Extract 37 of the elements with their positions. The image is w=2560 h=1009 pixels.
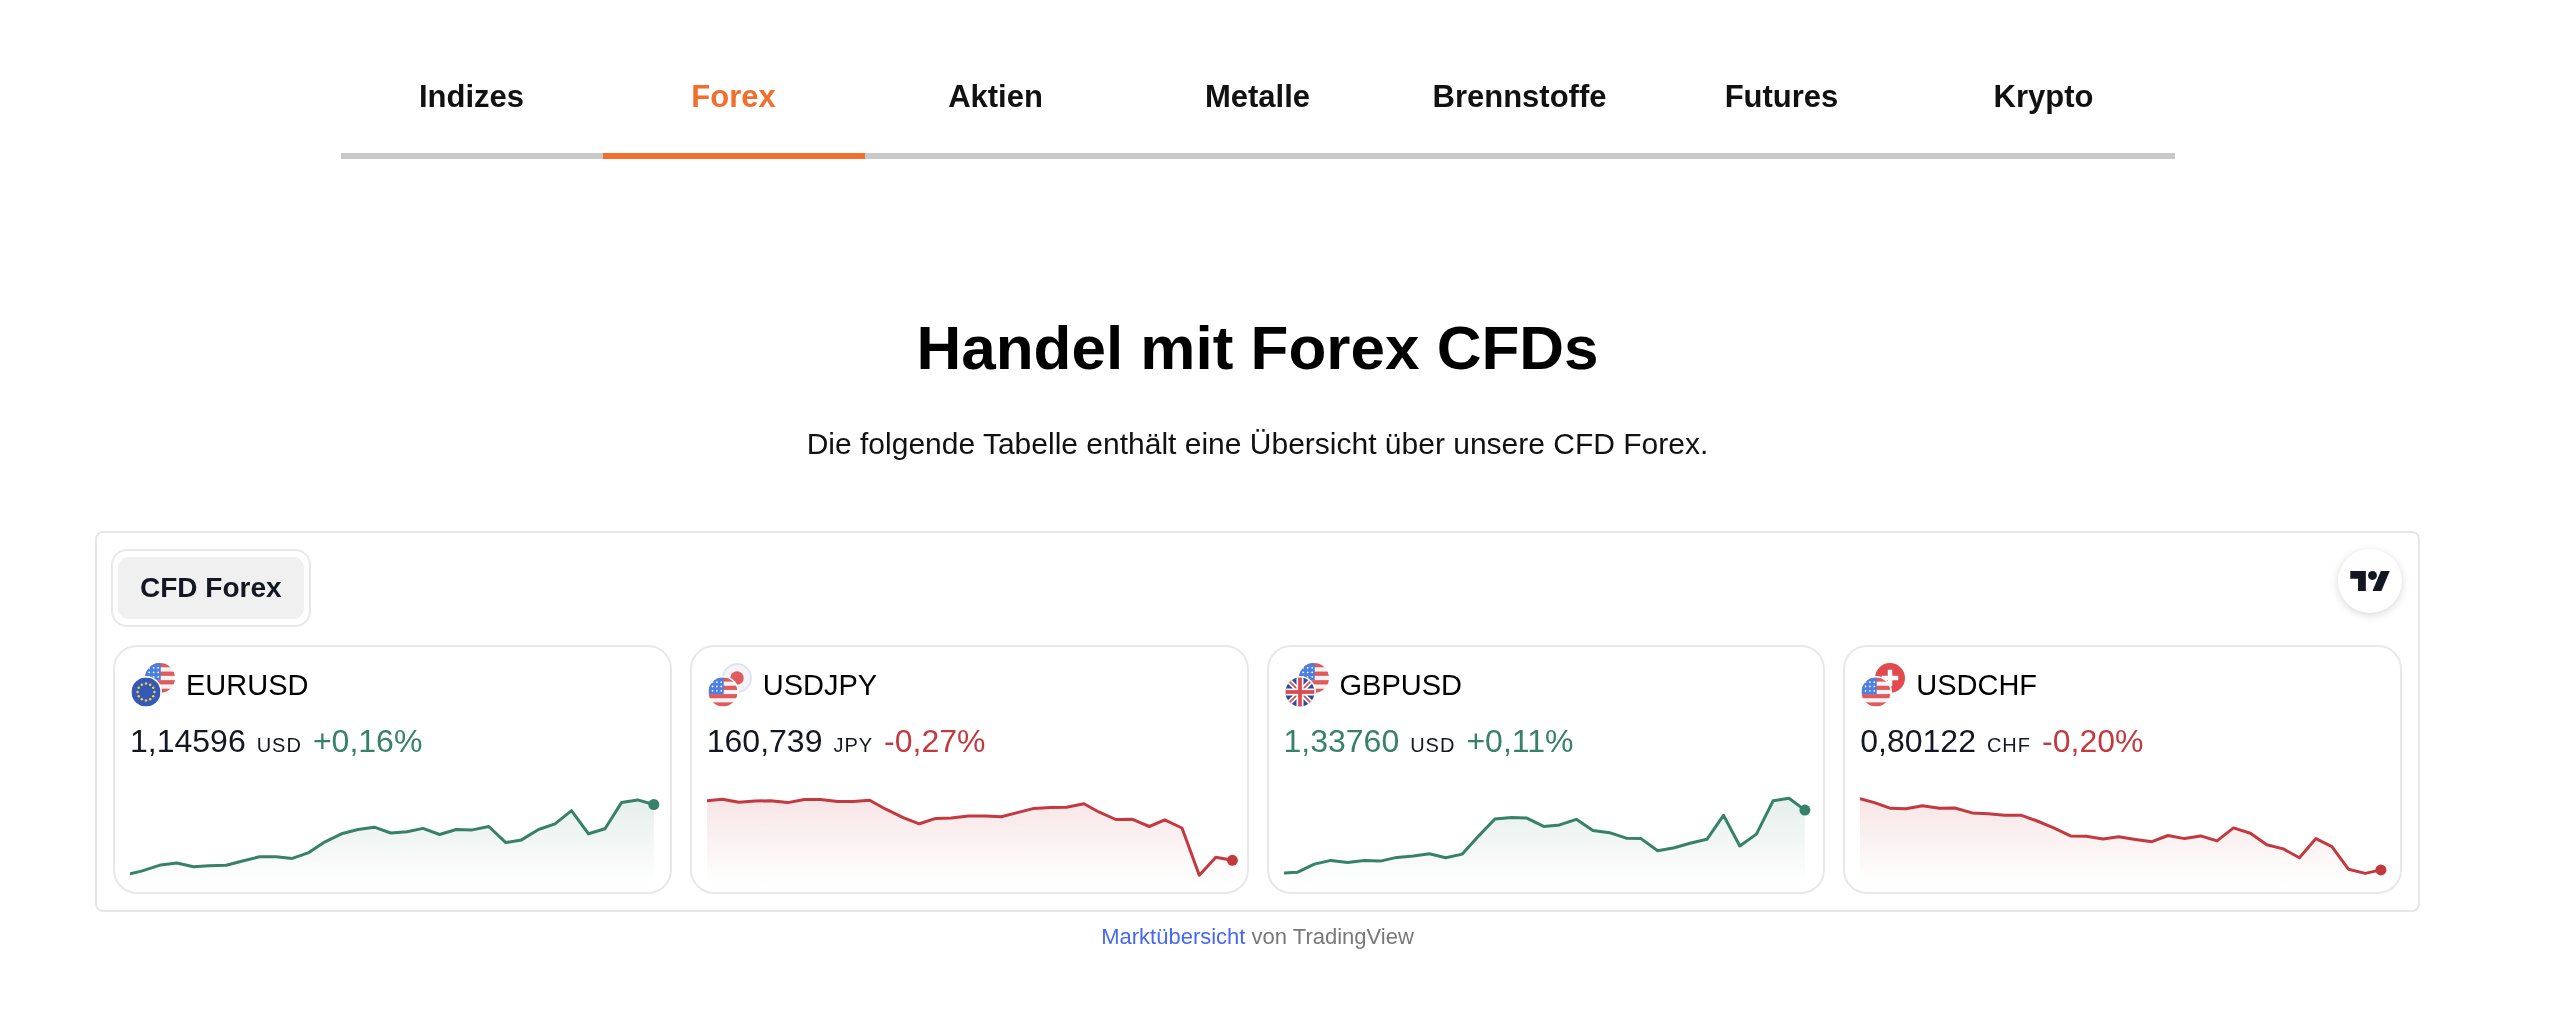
currency-label: JPY xyxy=(833,733,874,758)
page-subtitle: Die folgende Tabelle enthält eine Übersicht über unsere CFD Forex. xyxy=(806,426,1709,462)
quote-card[interactable]: USDJPY 160,739 JPY -0,27% xyxy=(689,645,1249,894)
category-tab[interactable]: Indizes xyxy=(340,60,603,159)
symbol-name: USDJPY xyxy=(762,668,878,703)
price-value: 1,14596 xyxy=(130,723,246,759)
flag-pair-icon xyxy=(130,662,176,708)
category-tab[interactable]: Krypto xyxy=(1912,60,2175,159)
category-tab[interactable]: Aktien xyxy=(864,60,1127,159)
page-heading: Handel mit Forex CFDs xyxy=(916,312,1599,384)
quote-card[interactable]: GBPUSD 1,33760 USD +0,11% xyxy=(1266,645,1826,894)
change-percent: -0,20% xyxy=(2042,723,2144,759)
flag-pair-icon xyxy=(1860,662,1907,708)
change-percent: +0,11% xyxy=(1466,723,1574,759)
widget-tab[interactable]: CFD Forex xyxy=(118,557,304,619)
logo-icon xyxy=(2350,571,2390,591)
quote-card[interactable]: EURUSD 1,14596 USD +0,16% xyxy=(113,645,672,894)
currency-label: USD xyxy=(256,733,302,758)
symbol-name: GBPUSD xyxy=(1339,668,1462,703)
flag-pair-icon xyxy=(1283,662,1330,708)
price-value: 1,33760 xyxy=(1283,723,1400,759)
flag-pair-icon xyxy=(706,662,753,708)
category-tab[interactable]: Brennstoffe xyxy=(1388,60,1651,159)
category-tab[interactable]: Metalle xyxy=(1126,60,1389,159)
quote-card[interactable]: USDCHF 0,80122 CHF -0,20% xyxy=(1843,645,2402,894)
category-tab[interactable]: Futures xyxy=(1650,60,1913,159)
price-value: 0,80122 xyxy=(1860,723,1976,759)
symbol-name: EURUSD xyxy=(186,668,309,703)
attribution-text: Marktübersicht von TradingView xyxy=(1101,924,1414,950)
currency-label: CHF xyxy=(1986,733,2032,758)
change-percent: -0,27% xyxy=(884,723,986,759)
price-value: 160,739 xyxy=(706,723,823,759)
change-percent: +0,16% xyxy=(312,723,423,759)
market-overview-link[interactable]: Marktübersicht xyxy=(1101,924,1246,949)
symbol-name: USDCHF xyxy=(1916,668,2038,703)
logo-button[interactable] xyxy=(2338,549,2402,613)
currency-label: USD xyxy=(1410,733,1456,758)
